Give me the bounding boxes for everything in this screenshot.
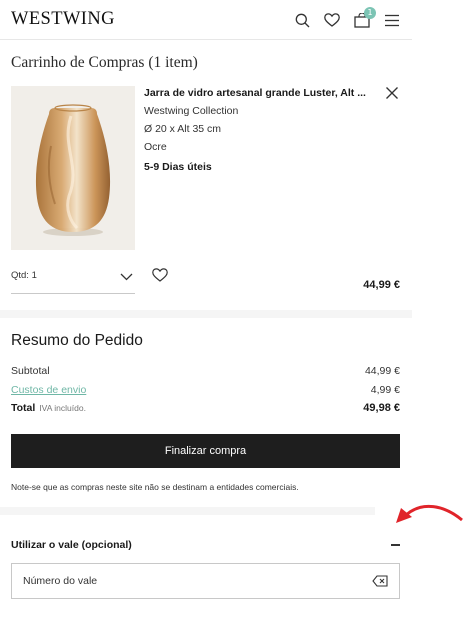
section-divider — [0, 507, 375, 515]
top-header: WESTWING 1 — [0, 0, 412, 40]
cart-count-badge: 1 — [364, 7, 376, 19]
annotation-arrow-icon — [392, 497, 464, 532]
product-image[interactable] — [11, 86, 135, 250]
collapse-minus-icon[interactable] — [391, 544, 400, 546]
quantity-label: Qtd: 1 — [11, 270, 37, 281]
voucher-input[interactable] — [12, 564, 342, 598]
item-price: 44,99 € — [363, 279, 400, 291]
search-icon[interactable] — [293, 11, 311, 29]
product-dimensions: Ø 20 x Alt 35 cm — [144, 123, 222, 135]
page: WESTWING 1 Carrinho de Compras (1 item) — [0, 0, 412, 599]
total-row: Total IVA incluído. 49,98 € — [11, 402, 400, 414]
subtotal-label: Subtotal — [11, 365, 50, 377]
westwing-logo[interactable]: WESTWING — [11, 9, 115, 30]
delivery-time: 5-9 Dias úteis — [144, 161, 212, 173]
total-value: 49,98 € — [363, 402, 400, 414]
business-notice: Note-se que as compras neste site não se… — [11, 482, 299, 492]
subtotal-value: 44,99 € — [364, 365, 400, 377]
clear-backspace-icon[interactable] — [372, 574, 388, 592]
product-color: Ocre — [144, 141, 167, 153]
section-divider — [0, 310, 412, 318]
subtotal-row: Subtotal 44,99 € — [11, 365, 400, 377]
total-label: Total — [11, 402, 36, 414]
summary-title: Resumo do Pedido — [11, 332, 143, 349]
voucher-field[interactable] — [11, 563, 400, 599]
shipping-costs-link[interactable]: Custos de envio — [11, 384, 86, 396]
shipping-value: 4,99 € — [370, 384, 400, 396]
voucher-toggle-label[interactable]: Utilizar o vale (opcional) — [11, 539, 132, 551]
product-brand: Westwing Collection — [144, 105, 239, 117]
cart-title: Carrinho de Compras (1 item) — [11, 54, 198, 71]
quantity-select[interactable]: Qtd: 1 — [11, 264, 135, 294]
remove-item-close-icon[interactable] — [385, 86, 399, 100]
checkout-button[interactable]: Finalizar compra — [11, 434, 400, 468]
vat-note: IVA incluído. — [39, 403, 86, 413]
shipping-row: Custos de envio 4,99 € — [11, 384, 400, 396]
chevron-down-icon — [120, 268, 133, 286]
product-name[interactable]: Jarra de vidro artesanal grande Luster, … — [144, 87, 376, 99]
menu-icon[interactable] — [383, 11, 401, 29]
cart-icon[interactable]: 1 — [353, 7, 376, 29]
heart-icon[interactable] — [323, 11, 341, 29]
product-info: Jarra de vidro artesanal grande Luster, … — [144, 87, 380, 173]
wishlist-heart-icon[interactable] — [152, 268, 168, 287]
